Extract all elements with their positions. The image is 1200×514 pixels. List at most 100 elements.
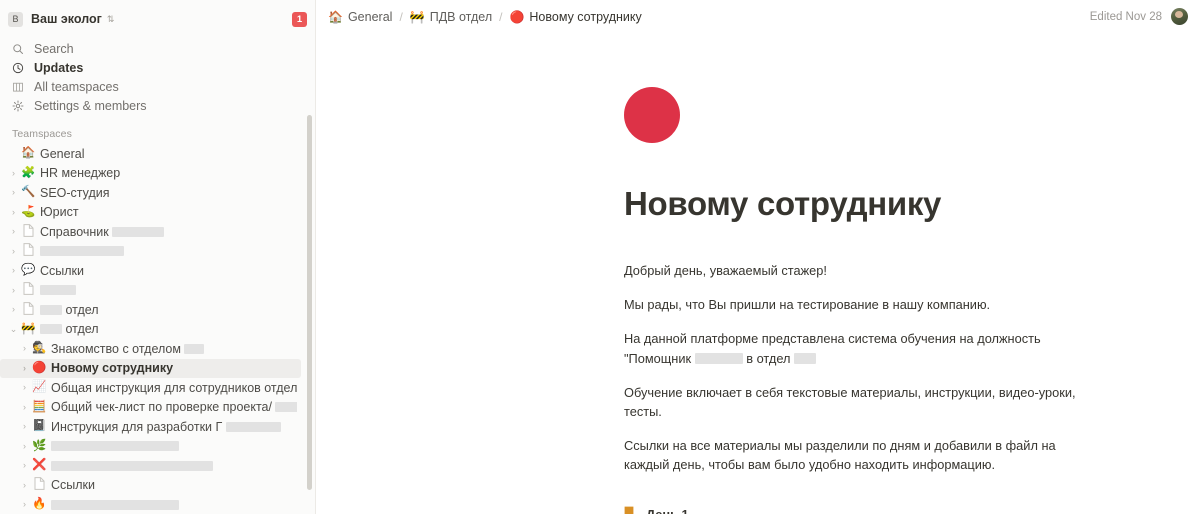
sidebar-item-all-teamspaces[interactable]: All teamspaces [0,77,315,96]
sidebar-tree-item-label: Ссылки [40,263,85,278]
breadcrumb-item-current-page[interactable]: 🔴 Новому сотруднику [509,10,641,24]
sidebar-tree-item[interactable]: › отдел [0,300,301,320]
sidebar-tree-item[interactable]: › 🔴 Новому сотруднику [0,358,301,378]
sidebar-item-search[interactable]: Search [0,39,315,58]
sidebar-tree-item[interactable]: › 📓 Инструкция для разработки Г [0,417,301,437]
paragraph[interactable]: На данной платформе представлена система… [624,329,1079,367]
bookmark-icon [624,506,637,514]
sidebar-tree-item[interactable]: › ❌ [0,456,301,476]
tree-item-emoji-icon: 🧮 [32,400,47,413]
sidebar-tree-item[interactable]: › 🧮 Общий чек-лист по проверке проекта/ [0,398,301,418]
paragraph[interactable]: Мы рады, что Вы пришли на тестирование в… [624,295,1079,314]
tree-item-emoji-icon: 🌿 [32,439,47,452]
chevron-right-icon[interactable]: › [18,402,31,412]
tree-item-emoji-icon: 🏠 [21,147,36,159]
chevron-updown-icon[interactable]: ⇅ [107,14,115,24]
sidebar-tree-item[interactable]: › Ссылки [0,476,301,496]
paragraph[interactable]: Обучение включает в себя текстовые матер… [624,383,1079,421]
chevron-right-icon[interactable]: › [18,480,31,490]
sidebar-item-settings-members[interactable]: Settings & members [0,96,315,115]
workspace-switcher[interactable]: В Ваш эколог ⇅ 1 [0,5,315,33]
chevron-right-icon[interactable]: › [7,266,20,275]
tree-item-emoji-icon: 📈 [32,381,47,393]
edited-timestamp[interactable]: Edited Nov 28 [1090,11,1162,23]
breadcrumb-item-department[interactable]: 🚧 ПДВ отдел [410,10,492,24]
sidebar-tree-item-label [51,439,179,453]
sidebar-tree-item[interactable]: › [0,281,301,301]
sidebar-tree-item[interactable]: › 🕵 Знакомство с отделом [0,339,301,359]
breadcrumb-separator: / [399,9,403,24]
tree-item-emoji-icon: 🚧 [21,322,36,335]
page-paragraphs: Добрый день, уважаемый стажер! Мы рады, ч… [624,261,1200,475]
workspace-avatar: В [8,11,23,27]
sidebar: В Ваш эколог ⇅ 1 Search Updates All team… [0,0,316,514]
day-link-label[interactable]: День 1 [646,507,689,514]
clock-icon [10,62,26,74]
sidebar-tree-item[interactable]: › [0,242,301,262]
avatar[interactable] [1171,8,1188,25]
sidebar-tree-item-label [40,244,124,258]
sidebar-tree-item[interactable]: 🏠 General [0,144,301,164]
sidebar-tree-item-label [40,283,76,297]
chevron-right-icon[interactable]: › [18,363,31,373]
chevron-right-icon[interactable]: › [18,441,31,451]
sidebar-item-label: Search [34,41,74,56]
sidebar-tree-item-label: Справочник [40,225,165,239]
sidebar-tree-item[interactable]: › 🧩 HR менеджер [0,164,301,184]
app-root: В Ваш эколог ⇅ 1 Search Updates All team… [0,0,1200,514]
sidebar-tree-item-label: Юрист [40,205,79,220]
sidebar-tree-item[interactable]: › 📈 Общая инструкция для сотрудников отдел… [0,378,301,398]
sidebar-item-updates[interactable]: Updates [0,58,315,77]
day-link-row[interactable]: День 1 [624,505,1200,514]
sidebar-tree-item-label: Ссылки [51,478,96,493]
topbar: 🏠 General / 🚧 ПДВ отдел / 🔴 Новому сотру… [316,0,1200,33]
page-icon-red-circle[interactable] [624,87,680,143]
sidebar-tree-item[interactable]: › ⛳ Юрист [0,203,301,223]
sidebar-tree-item-label: Общая инструкция для сотрудников отдела [51,380,297,395]
paragraph[interactable]: Ссылки на все материалы мы разделили по … [624,436,1079,474]
tree-item-emoji-icon: 🧩 [21,166,36,179]
chevron-right-icon[interactable]: › [7,305,20,314]
chevron-right-icon[interactable]: › [7,207,20,217]
tree-item-emoji-icon: 🔨 [21,186,36,198]
chevron-right-icon[interactable]: › [7,227,20,236]
chevron-right-icon[interactable]: › [7,246,20,256]
chevron-down-icon[interactable]: ⌄ [7,324,20,334]
chevron-right-icon[interactable]: › [18,422,31,431]
sidebar-tree-item-label: General [40,146,85,161]
chevron-right-icon[interactable]: › [7,285,20,295]
sidebar-tree-item-label: SEO-студия [40,185,110,200]
paragraph[interactable]: Добрый день, уважаемый стажер! [624,261,1079,280]
sidebar-scrollbar-thumb[interactable] [307,115,312,490]
sidebar-tree-item[interactable]: › 💬 Ссылки [0,261,301,281]
sidebar-item-label: All teamspaces [34,79,119,94]
sidebar-tree-item[interactable]: ⌄ 🚧 отдел [0,320,301,340]
sidebar-tree-item-label: отдел [40,303,99,317]
sidebar-tree-item[interactable]: › Справочник [0,222,301,242]
day-links-list: День 1День 2День 3День 4 [624,505,1200,514]
sidebar-tree-item[interactable]: › 🔨 SEO-студия [0,183,301,203]
chevron-right-icon[interactable]: › [7,168,20,178]
chevron-right-icon[interactable]: › [18,500,31,509]
sidebar-tree-item[interactable]: › 🔥 [0,495,301,514]
tree-item-emoji-icon: 🔥 [32,498,47,510]
page-title[interactable]: Новому сотруднику [624,185,1200,223]
sidebar-tree-item-label: Знакомство с отделом [51,342,205,356]
chevron-right-icon[interactable]: › [18,461,31,470]
page-sheet-icon [20,223,37,241]
page-sheet-icon [20,282,37,299]
house-icon: 🏠 [328,9,343,24]
workspace-name: Ваш эколог [31,12,102,26]
chevron-right-icon[interactable]: › [18,383,31,392]
page-sheet-icon [20,301,37,319]
chevron-right-icon[interactable]: › [7,188,20,197]
tree-item-emoji-icon: 📓 [32,420,47,432]
breadcrumb-item-general[interactable]: 🏠 General [328,10,392,24]
sidebar-tree-item-label [51,498,179,512]
chevron-right-icon[interactable]: › [18,344,31,353]
tree-item-emoji-icon: 🔴 [32,361,47,374]
sidebar-tree-item[interactable]: › 🌿 [0,437,301,457]
breadcrumb-label: ПДВ отдел [429,9,493,24]
sidebar-nav: Search Updates All teamspaces Settings &… [0,39,315,115]
sidebar-scrollbar[interactable] [305,0,314,514]
